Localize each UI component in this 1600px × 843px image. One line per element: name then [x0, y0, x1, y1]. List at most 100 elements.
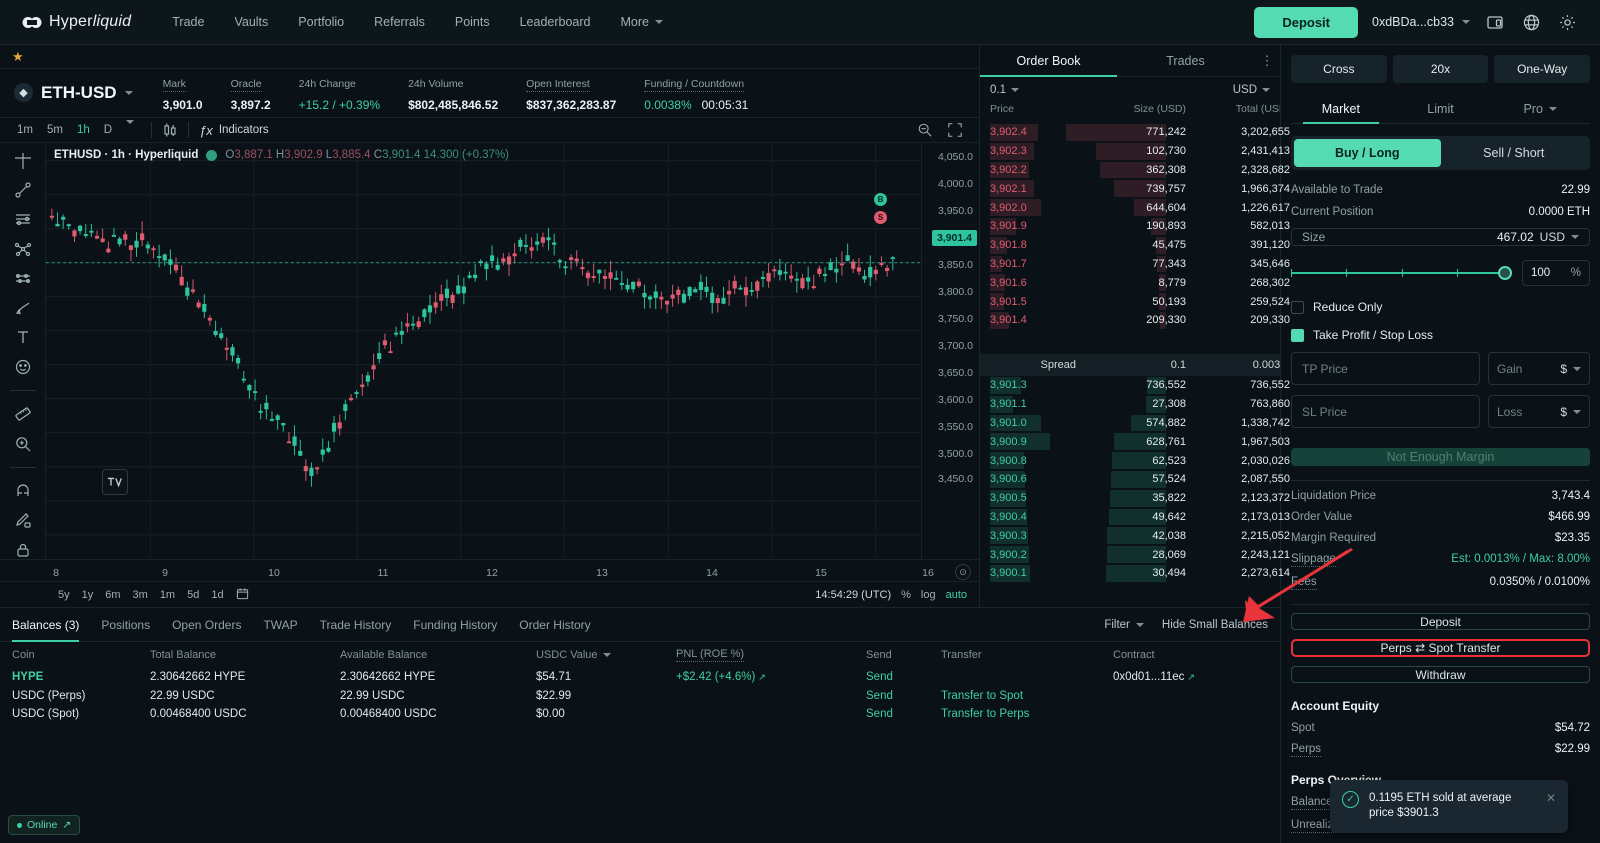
range-1d[interactable]: 1d: [205, 586, 229, 604]
fullscreen-icon[interactable]: [947, 122, 963, 138]
timeframe-1m[interactable]: 1m: [10, 121, 40, 139]
crosshair-icon[interactable]: [11, 151, 35, 169]
deposit-action-button[interactable]: Deposit: [1291, 613, 1590, 631]
range-1y[interactable]: 1y: [76, 586, 100, 604]
position-mode-button[interactable]: One-Way: [1494, 55, 1591, 83]
loss-input[interactable]: Loss $: [1488, 395, 1590, 429]
order-book-row[interactable]: 3,902.4 771,242 3,202,655: [980, 123, 1290, 142]
range-3m[interactable]: 3m: [127, 586, 154, 604]
tab-open-orders[interactable]: Open Orders: [161, 609, 252, 641]
tab-twap[interactable]: TWAP: [252, 609, 308, 641]
timeframe-more-icon[interactable]: [119, 120, 141, 139]
size-input[interactable]: Size 467.02 USD: [1291, 228, 1590, 247]
range-5y[interactable]: 5y: [52, 586, 76, 604]
measure-icon[interactable]: [11, 405, 35, 423]
order-book-row[interactable]: 3,900.8 62,523 2,030,026: [980, 451, 1290, 470]
size-percent-input[interactable]: 100 %: [1522, 260, 1590, 287]
order-book-row[interactable]: 3,902.1 739,757 1,966,374: [980, 179, 1290, 198]
order-book-row[interactable]: 3,900.1 30,494 2,273,614: [980, 564, 1290, 583]
tab-trades[interactable]: Trades: [1117, 45, 1254, 76]
range-5d[interactable]: 5d: [181, 586, 205, 604]
calendar-icon[interactable]: [230, 584, 255, 606]
reduce-only-checkbox[interactable]: [1291, 300, 1304, 314]
tab-trade-history[interactable]: Trade History: [309, 609, 403, 641]
trend-line-icon[interactable]: [11, 181, 35, 199]
order-book-row[interactable]: 3,901.4 209,330 209,330: [980, 311, 1290, 330]
close-icon[interactable]: ✕: [1546, 791, 1556, 805]
snapshot-icon[interactable]: [917, 122, 933, 138]
chart-canvas-container[interactable]: ETHUSD · 1h · Hyperliquid O3,887.1 H3,90…: [46, 143, 921, 560]
withdraw-button[interactable]: Withdraw: [1291, 666, 1590, 683]
order-book-row[interactable]: 3,900.2 28,069 2,243,121: [980, 545, 1290, 564]
order-book-row[interactable]: 3,900.6 57,524 2,087,550: [980, 470, 1290, 489]
nav-item-portfolio[interactable]: Portfolio: [283, 9, 359, 35]
timeframe-5m[interactable]: 5m: [40, 121, 70, 139]
tick-size-selector[interactable]: 0.1: [990, 84, 1019, 96]
horizontal-lines-icon[interactable]: [11, 210, 35, 228]
tab-limit[interactable]: Limit: [1391, 95, 1491, 123]
pencil-lock-icon[interactable]: [11, 511, 35, 529]
tab-balances[interactable]: Balances (3): [12, 609, 90, 642]
order-book-row[interactable]: 3,900.4 49,642 2,173,013: [980, 508, 1290, 527]
tpsl-row[interactable]: Take Profit / Stop Loss: [1291, 328, 1590, 342]
row-transfer-link[interactable]: Transfer to Spot: [941, 690, 1113, 702]
globe-icon[interactable]: [1520, 11, 1542, 33]
emoji-icon[interactable]: [11, 358, 35, 376]
tp-price-input[interactable]: TP Price: [1291, 352, 1480, 386]
tab-market[interactable]: Market: [1291, 95, 1391, 124]
time-axis-settings-icon[interactable]: ⊙: [955, 564, 971, 581]
order-book-row[interactable]: 3,901.9 190,893 582,013: [980, 217, 1290, 236]
indicators-button[interactable]: ƒx Indicators: [199, 123, 269, 138]
reduce-only-row[interactable]: Reduce Only: [1291, 300, 1590, 314]
buy-long-button[interactable]: Buy / Long: [1294, 139, 1441, 167]
lock-icon[interactable]: [11, 541, 35, 559]
timeframe-d[interactable]: D: [97, 121, 119, 139]
col-usdc-value[interactable]: USDC Value: [536, 649, 676, 661]
brush-icon[interactable]: [11, 299, 35, 317]
nav-item-points[interactable]: Points: [440, 9, 505, 35]
nav-item-trade[interactable]: Trade: [157, 9, 219, 35]
device-icon[interactable]: [1484, 11, 1506, 33]
chevron-down-icon[interactable]: [1571, 235, 1579, 240]
magnet-icon[interactable]: [11, 482, 35, 500]
fibonacci-icon[interactable]: [11, 240, 35, 258]
gear-icon[interactable]: [1556, 11, 1578, 33]
tradingview-logo-icon[interactable]: [102, 469, 128, 496]
row-contract[interactable]: 0x0d01...11ec ↗: [1113, 671, 1293, 683]
hide-small-balances-toggle[interactable]: Hide Small Balances: [1162, 619, 1268, 631]
tab-pro[interactable]: Pro: [1490, 95, 1590, 123]
chart-percent-toggle[interactable]: %: [901, 589, 911, 601]
currency-selector[interactable]: USD: [1233, 84, 1270, 96]
order-book-row[interactable]: 3,900.5 35,822 2,123,372: [980, 489, 1290, 508]
order-book-row[interactable]: 3,901.8 45,475 391,120: [980, 236, 1290, 255]
nav-item-leaderboard[interactable]: Leaderboard: [505, 9, 606, 35]
order-book-row[interactable]: 3,901.5 50,193 259,524: [980, 292, 1290, 311]
chart-log-toggle[interactable]: log: [921, 589, 936, 601]
range-1m[interactable]: 1m: [154, 586, 181, 604]
chevron-down-icon[interactable]: [1573, 409, 1581, 414]
nav-item-vaults[interactable]: Vaults: [219, 9, 283, 35]
zoom-in-icon[interactable]: [11, 434, 35, 452]
order-book-row[interactable]: 3,901.6 8,779 268,302: [980, 273, 1290, 292]
deposit-button[interactable]: Deposit: [1254, 6, 1358, 38]
chevron-down-icon[interactable]: [1573, 366, 1581, 371]
brand-logo[interactable]: Hyperliquid: [12, 13, 131, 31]
gain-input[interactable]: Gain $: [1488, 352, 1590, 386]
order-book-row[interactable]: 3,901.7 77,343 345,646: [980, 255, 1290, 274]
timeframe-1h[interactable]: 1h: [70, 121, 97, 139]
sl-price-input[interactable]: SL Price: [1291, 395, 1480, 429]
chart-auto-toggle[interactable]: auto: [946, 589, 967, 601]
market-selector[interactable]: ◆ ETH-USD: [14, 83, 133, 103]
filter-dropdown[interactable]: Filter: [1104, 619, 1144, 631]
tab-positions[interactable]: Positions: [90, 609, 161, 641]
submit-order-button[interactable]: Not Enough Margin: [1291, 448, 1590, 467]
tab-order-book[interactable]: Order Book: [980, 45, 1117, 77]
order-book-menu-icon[interactable]: ⋮: [1254, 45, 1280, 76]
order-book-row[interactable]: 3,900.3 42,038 2,215,052: [980, 526, 1290, 545]
order-book-row[interactable]: 3,901.1 27,308 763,860: [980, 395, 1290, 414]
favorite-star-icon[interactable]: ★: [12, 49, 24, 65]
order-book-row[interactable]: 3,902.3 102,730 2,431,413: [980, 142, 1290, 161]
wallet-address-menu[interactable]: 0xdBDa...cb33: [1372, 15, 1470, 29]
pitchfork-icon[interactable]: [11, 269, 35, 287]
margin-mode-button[interactable]: Cross: [1291, 55, 1387, 83]
